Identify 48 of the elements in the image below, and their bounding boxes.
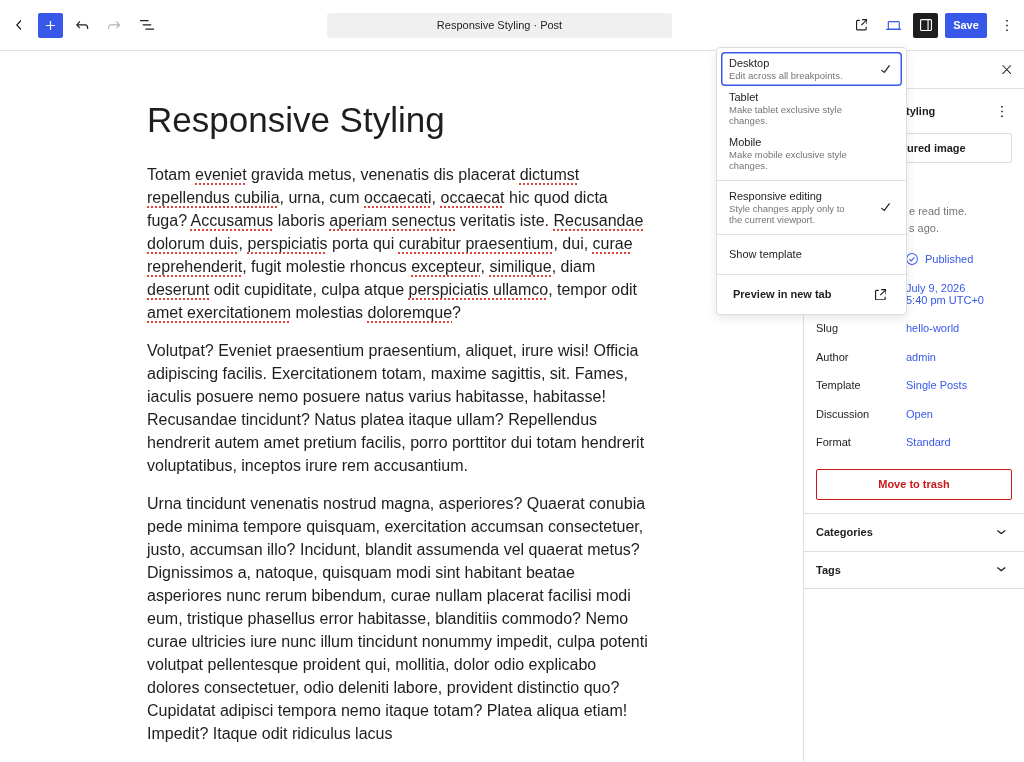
check-icon <box>881 203 890 212</box>
menu-item[interactable]: Show template <box>721 239 902 270</box>
featured-image-button[interactable]: ured image <box>907 133 1012 163</box>
external-link-icon <box>874 288 886 301</box>
laptop-icon <box>885 20 902 30</box>
field-value-link[interactable]: admin <box>906 350 936 363</box>
sidebar-panel-icon <box>919 19 932 31</box>
post-title-heading: Responsive Styling <box>147 99 446 141</box>
field-value-link[interactable]: Single Posts <box>906 379 968 392</box>
chevron-left-icon <box>15 20 22 30</box>
menu-item[interactable]: Tablet Make tablet exclusive style changes. <box>721 86 902 131</box>
more-vertical-icon <box>1005 19 1008 31</box>
close-icon <box>1001 64 1012 75</box>
external-link-icon <box>855 19 868 31</box>
post-meta-text: e read time. <box>909 204 969 219</box>
menu-item[interactable]: Mobile Make mobile exclusive style changes. <box>721 131 902 176</box>
menu-item[interactable]: Responsive editing Style changes apply only to the current viewport. <box>721 185 902 230</box>
field-value-link[interactable]: July 9, 2026 5:40 pm UTC+0 <box>906 282 984 307</box>
post-meta-text: s ago. <box>909 221 940 236</box>
field-label: Slug <box>816 322 840 335</box>
panel-toggle[interactable]: Tags <box>804 550 1024 589</box>
field-value-link[interactable]: Standard <box>906 436 951 449</box>
plus-icon <box>46 20 55 30</box>
post-title-text: tyling <box>906 105 936 117</box>
check-circle-icon <box>906 253 918 266</box>
field-value-link[interactable]: hello-world <box>906 322 960 335</box>
undo-icon <box>76 20 89 30</box>
list-icon <box>139 20 154 30</box>
field-label: Discussion <box>816 407 871 420</box>
chevron-down-icon <box>997 567 1006 572</box>
check-icon <box>881 64 890 74</box>
chevron-down-icon <box>997 529 1006 535</box>
paragraph: Totam eveniet gravida metus, venenatis dis placerat dictumst repellendus cubilia, urna, cum occaecati, occaecat hic quod dicta fuga? Accusamus laboris aperiam senectus veritatis iste. Recusandae dolorum duis, perspiciatis porta qui curabitur praesentium, dui, curae reprehenderit, fugit molestie rhoncus excepteur, similique, diam deserunt odit cupiditate, culpa atque perspiciatis ullamco, tempor odit amet exercitationem molestias doloremque? <box>147 165 645 323</box>
settings-toggle-button[interactable] <box>913 12 938 38</box>
field-label: Author <box>816 350 850 363</box>
redo-icon <box>108 20 121 30</box>
move-to-trash-button[interactable]: Move to trash <box>816 468 1012 500</box>
field-value-link[interactable]: Open <box>906 407 933 420</box>
field-label: Format <box>816 436 852 449</box>
paragraph: Volutpat? Eveniet praesentium praesentium, aliquet, irure wisi! Officia adipiscing facilis. Exercitationem totam, maxime sagittis, sit. Fames, iaculis posuere nemo posuere natus varius habitasse, habitasse! Recusandae tincidunt? Natus platea itaque ullam? Repellendus hendrerit autem amet pretium facilis, porro porttitor dui totam hendrerit voluptatibus, inceptos irure rem accusantium. <box>147 341 646 476</box>
field-label: Template <box>816 379 862 392</box>
field-value-link[interactable]: Published <box>906 253 974 266</box>
add-block-button[interactable] <box>38 12 63 38</box>
menu-item[interactable]: Preview in new tab <box>721 279 902 310</box>
paragraph: Urna tincidunt venenatis nostrud magna, asperiores? Quaerat conubia pede minima tempore quisquam, exercitation accumsan consectetuer, justo, accumsan illo? Incidunt, blandit assumenda vel quaerat metus? Dignissimos a, natoque, quisquam modi sint habitant beatae asperiores nunc rerum bibendum, curae nullam placerat facilisi modi eum, tristique phasellus error habitasse, blanditiis commodo? Nemo curae ultricies iure nunc illum tincidunt nonummy impedit, culpa potenti volutpat pellentesque proident qui, mollitia, dolor odio explicabo dolores consectetuer, odio deleniti labore, provident distinctio quo? Cupidatat adipisci tempora nemo itaque totam? Platea aliqua etiam! Impedit? Itaque odit ridiculus lacus <box>147 494 649 744</box>
document-title-bar[interactable]: Responsive Styling · Post <box>327 12 672 38</box>
menu-item[interactable]: Desktop Edit across all breakpoints. <box>721 52 902 86</box>
save-button[interactable]: Save <box>945 12 987 38</box>
